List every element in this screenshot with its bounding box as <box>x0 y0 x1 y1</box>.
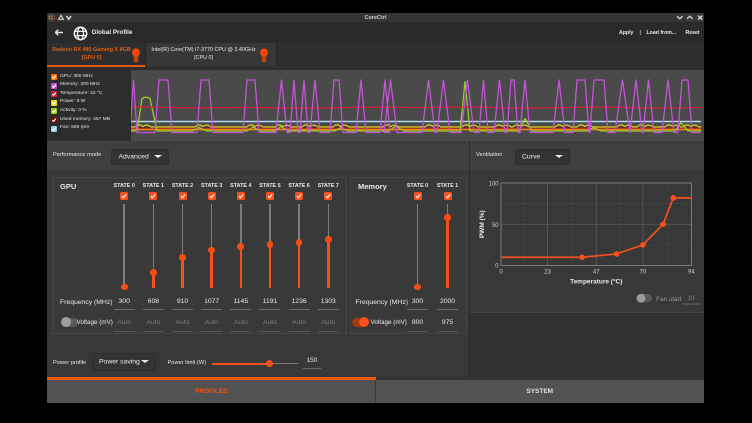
svg-text:50: 50 <box>492 223 499 229</box>
svg-text:94: 94 <box>688 270 695 276</box>
svg-text:47: 47 <box>593 270 600 276</box>
svg-text:0: 0 <box>499 270 503 276</box>
svg-text:10: 10 <box>687 295 695 302</box>
svg-text:PWM (%): PWM (%) <box>479 210 486 238</box>
svg-text:Fan start: Fan start <box>656 296 682 303</box>
svg-text:23: 23 <box>544 270 551 276</box>
svg-text:C: C <box>51 16 55 22</box>
svg-text:70: 70 <box>640 270 647 276</box>
svg-text:Temperature (°C): Temperature (°C) <box>570 278 622 286</box>
svg-text:100: 100 <box>488 182 499 188</box>
